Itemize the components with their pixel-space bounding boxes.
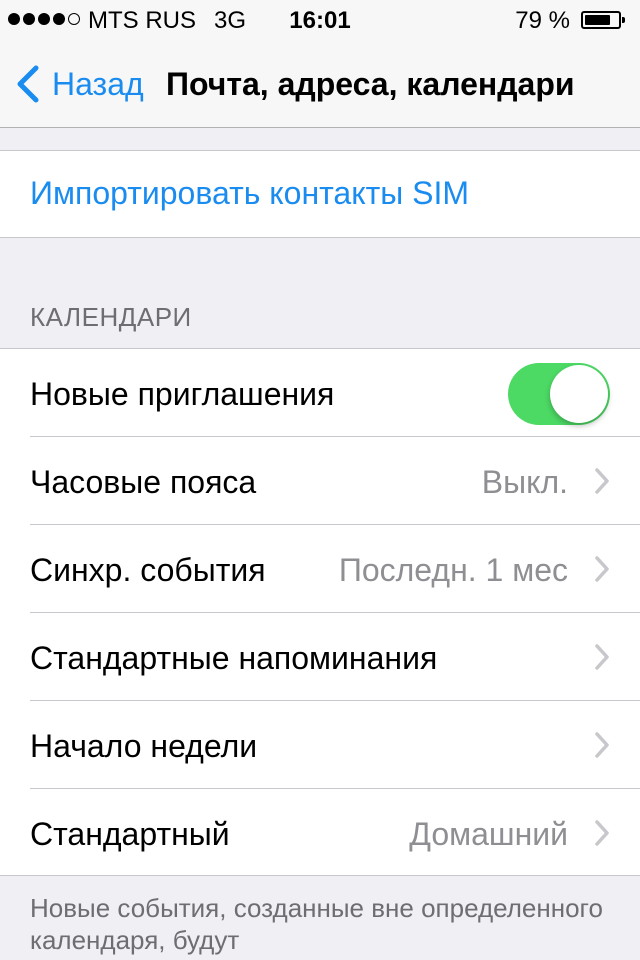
- import-group: Импортировать контакты SIM: [0, 150, 640, 238]
- row-time-zones[interactable]: Часовые пояса Выкл.: [0, 437, 640, 525]
- battery-percent: 79 %: [515, 7, 570, 34]
- row-start-week-on[interactable]: Начало недели: [0, 701, 640, 789]
- status-bar: MTS RUS 3G 16:01 79 %: [0, 0, 640, 40]
- toggle-knob: [550, 365, 608, 423]
- import-sim-contacts-button[interactable]: Импортировать контакты SIM: [30, 175, 469, 212]
- row-sync-events[interactable]: Синхр. события Последн. 1 мес: [0, 525, 640, 613]
- row-value: Выкл.: [481, 464, 568, 500]
- row-value: Последн. 1 мес: [338, 552, 568, 588]
- chevron-right-icon: [595, 644, 609, 670]
- chevron-right-icon: [595, 820, 609, 846]
- battery-nub: [622, 17, 625, 23]
- chevron-left-icon: [17, 65, 39, 103]
- row-new-invitations: Новые приглашения: [0, 349, 640, 437]
- row-label: Синхр. события: [30, 552, 266, 588]
- chevron-right-icon: [595, 468, 609, 494]
- back-button-label: Назад: [52, 65, 144, 102]
- row-default-alerts[interactable]: Стандартные напоминания: [0, 613, 640, 701]
- row-default-calendar[interactable]: Стандартный Домашний: [0, 789, 640, 877]
- page-title: Почта, адреса, календари: [166, 66, 575, 102]
- battery-fill: [585, 15, 611, 25]
- footer-note: Новые события, созданные вне определенно…: [30, 893, 603, 955]
- back-button[interactable]: Назад: [14, 62, 144, 106]
- row-label: Стандартный: [30, 816, 230, 852]
- section-header-calendars: КАЛЕНДАРИ: [30, 302, 192, 332]
- battery-icon: [581, 11, 625, 29]
- row-label: Новые приглашения: [30, 376, 335, 412]
- row-label: Начало недели: [30, 728, 258, 764]
- calendars-group: Новые приглашения Часовые пояса Выкл. Си…: [0, 348, 640, 876]
- row-label: Стандартные напоминания: [30, 640, 438, 676]
- chevron-right-icon: [595, 556, 609, 582]
- row-label: Часовые пояса: [30, 464, 257, 500]
- new-invitations-toggle[interactable]: [508, 363, 610, 425]
- chevron-right-icon: [595, 732, 609, 758]
- navigation-bar: Назад Почта, адреса, календари: [0, 40, 640, 128]
- row-value: Домашний: [409, 816, 568, 852]
